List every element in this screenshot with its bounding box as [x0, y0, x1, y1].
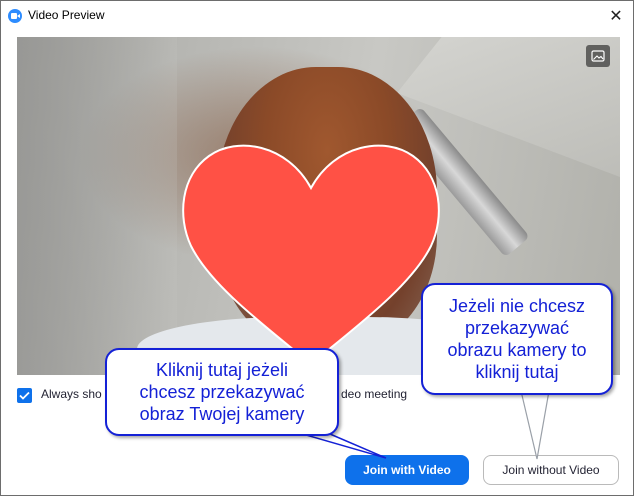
- always-show-label-tail: deo meeting: [341, 387, 408, 401]
- video-preview-window: Video Preview ✕ Always sho deo meeting J…: [0, 0, 634, 496]
- heart-overlay: [182, 144, 440, 366]
- callout-right-line-4: kliknij tutaj: [475, 362, 559, 382]
- callout-left-line-2: chcesz przekazywać: [139, 382, 305, 402]
- background-image-button[interactable]: [586, 45, 610, 67]
- always-show-checkbox[interactable]: [17, 387, 32, 403]
- window-title: Video Preview: [28, 8, 105, 22]
- callout-right-line-1: Jeżeli nie chcesz: [448, 296, 586, 316]
- always-show-preview-option[interactable]: Always sho: [17, 385, 102, 405]
- image-icon: [591, 50, 605, 62]
- join-without-video-button[interactable]: Join without Video: [483, 455, 619, 485]
- always-show-label: Always sho: [41, 387, 102, 401]
- callout-right-line-2: przekazywać: [464, 318, 570, 338]
- callout-join-with-video: Kliknij tutaj jeżeli chcesz przekazywać …: [105, 348, 339, 436]
- callout-right-line-3: obrazu kamery to: [447, 340, 587, 360]
- callout-join-without-video: Jeżeli nie chcesz przekazywać obrazu kam…: [421, 283, 613, 395]
- title-bar: Video Preview ✕: [1, 1, 633, 31]
- zoom-camera-icon: [8, 9, 22, 23]
- close-button[interactable]: ✕: [605, 5, 627, 27]
- join-with-video-button[interactable]: Join with Video: [345, 455, 469, 485]
- checkmark-icon: [19, 391, 30, 400]
- callout-left-line-1: Kliknij tutaj jeżeli: [155, 360, 289, 380]
- callout-left-line-3: obraz Twojej kamery: [139, 404, 305, 424]
- background-wall: [17, 37, 177, 375]
